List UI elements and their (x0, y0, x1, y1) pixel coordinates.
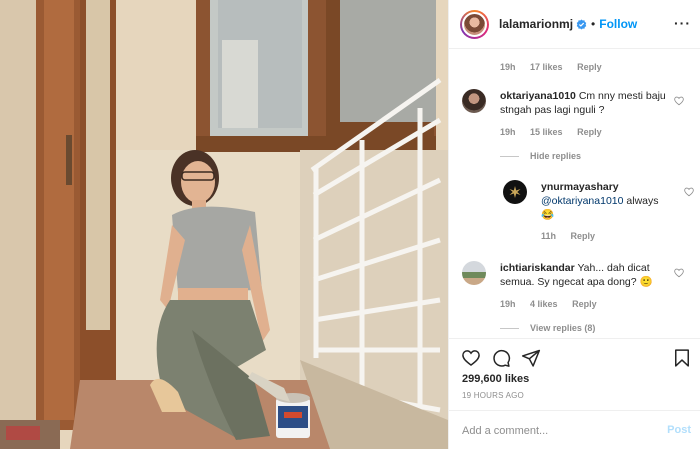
comment-icon[interactable] (491, 348, 511, 368)
reply-button[interactable]: Reply (572, 299, 597, 309)
comment-input[interactable] (462, 422, 652, 440)
comment-time: 19h (500, 299, 516, 309)
author-username[interactable]: lalamarionmj (499, 17, 573, 31)
add-comment-bar: Post (449, 410, 700, 449)
replier-username[interactable]: ynurmayashary (541, 181, 619, 193)
more-options-icon[interactable]: ··· (674, 16, 691, 30)
bookmark-icon[interactable] (672, 348, 692, 368)
reply-time: 11h (541, 231, 557, 241)
reply-button[interactable]: Reply (571, 231, 596, 241)
commenter-avatar[interactable] (462, 261, 486, 285)
share-icon[interactable] (521, 348, 541, 368)
comment-time: 19h (500, 62, 516, 72)
comments-list[interactable]: 19h 17 likes Reply oktariyana1010 Cm nny… (449, 50, 700, 338)
post-side-panel: lalamarionmj • Follow ··· 19h 17 likes R… (448, 0, 700, 449)
comment-likes[interactable]: 4 likes (530, 299, 558, 309)
verified-badge-icon (576, 18, 587, 30)
post-comment-button[interactable]: Post (667, 424, 691, 436)
replies-divider (500, 156, 519, 157)
commenter-username[interactable]: ichtiariskandar (500, 262, 575, 274)
comment-text: oktariyana1010 Cm nny mesti baju stngah … (500, 89, 672, 117)
reply-emoji: 😂 (541, 209, 555, 221)
action-bar (449, 338, 700, 378)
header-separator: • (591, 17, 596, 31)
post-timestamp[interactable]: 19 HOURS AGO (462, 391, 524, 400)
replier-logo-icon (509, 186, 521, 198)
comment-likes[interactable]: 17 likes (530, 62, 563, 72)
commenter-username[interactable]: oktariyana1010 (500, 90, 576, 102)
reply-content: always (626, 195, 659, 207)
replies-divider (500, 328, 519, 329)
heart-icon[interactable] (461, 348, 481, 368)
comment-heart-icon[interactable] (674, 96, 684, 106)
comment-meta: 19h 15 likes Reply (500, 127, 614, 137)
post-photo[interactable] (0, 0, 448, 449)
hide-replies-button[interactable]: Hide replies (530, 151, 581, 161)
comment-meta: 19h 4 likes Reply (500, 299, 609, 309)
follow-button[interactable]: Follow (599, 17, 637, 31)
view-replies-button[interactable]: View replies (8) (530, 323, 595, 333)
photo-illustration (0, 0, 448, 449)
commenter-avatar[interactable] (462, 89, 486, 113)
post-header: lalamarionmj • Follow ··· (449, 0, 700, 49)
reply-button[interactable]: Reply (577, 62, 602, 72)
comment-likes[interactable]: 15 likes (530, 127, 563, 137)
author-avatar[interactable] (460, 9, 489, 39)
reply-button[interactable]: Reply (577, 127, 602, 137)
comment-heart-icon[interactable] (674, 268, 684, 278)
reply-text: ynurmayashary @oktariyana1010 always 😂 (541, 180, 669, 222)
replier-avatar[interactable] (503, 180, 527, 204)
reply-mention[interactable]: @oktariyana1010 (541, 195, 623, 207)
comment-meta: 19h 17 likes Reply (500, 62, 614, 72)
reply-meta: 11h Reply (541, 231, 607, 241)
comment-time: 19h (500, 127, 516, 137)
comment-text: ichtiariskandar Yah... dah dicat semua. … (500, 261, 672, 289)
author-avatar-image (462, 11, 487, 37)
reply-heart-icon[interactable] (684, 187, 694, 197)
likes-count[interactable]: 299,600 likes (462, 373, 529, 385)
